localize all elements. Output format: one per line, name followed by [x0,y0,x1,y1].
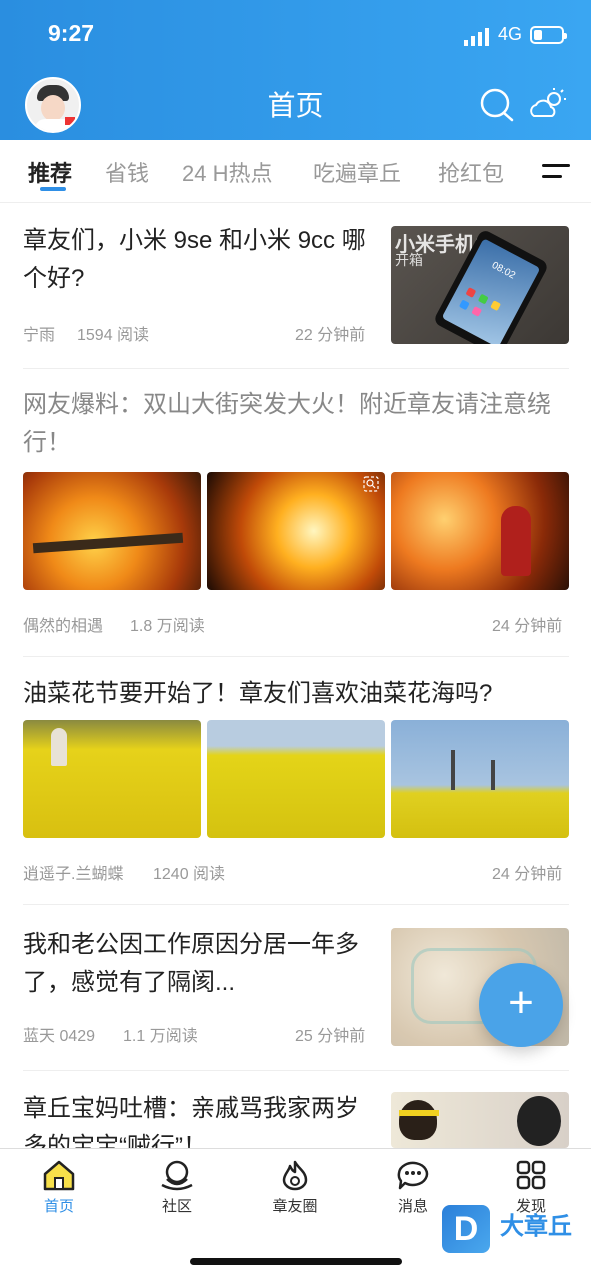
article-reads: 1594 阅读 [77,327,150,344]
network-type: 4G [498,24,523,44]
article-thumbnail[interactable]: 小米手机2A 开箱 08:02 [391,226,569,344]
article-image-flowers[interactable] [23,720,201,838]
nav-messages[interactable]: 消息 [373,1159,453,1216]
category-tabs: 推荐 省钱 24 H热点 吃遍章丘 抢红包 [0,140,591,203]
article-title[interactable]: 章丘宝妈吐槽：亲戚骂我家两岁多的宝宝“贼行”！ [23,1090,363,1148]
nav-home[interactable]: 首页 [19,1159,99,1216]
home-indicator[interactable] [190,1258,402,1265]
message-icon [397,1161,429,1190]
article-reads: 1240 阅读 [153,866,226,883]
zoom-icon [363,476,379,492]
article-image-fire[interactable] [207,472,385,590]
article-time: 24 分钟前 [492,866,563,883]
nav-community-label: 社区 [161,1198,192,1215]
menu-icon[interactable] [542,164,570,180]
article-thumbnail[interactable] [391,1092,569,1148]
article-author: 宁雨 [23,327,56,344]
article-author: 逍遥子.兰蝴蝶 [23,866,124,883]
article-title[interactable]: 油菜花节要开始了！章友们喜欢油菜花海吗? [23,675,569,713]
article-image-fire[interactable] [23,472,201,590]
article-reads: 1.8 万阅读 [130,618,205,635]
article-reads: 1.1 万阅读 [123,1028,198,1045]
article-time: 25 分钟前 [295,1028,366,1045]
article-image-flowers[interactable] [207,720,385,838]
flame-icon [282,1160,308,1191]
article-time: 22 分钟前 [295,327,366,344]
search-icon[interactable] [478,86,516,124]
tab-red-packet[interactable]: 抢红包 [438,156,504,188]
list-item[interactable]: 章丘宝妈吐槽：亲戚骂我家两岁多的宝宝“贼行”！ [23,1090,569,1148]
watermark-logo: D [442,1205,490,1253]
list-item[interactable]: 章友们，小米 9se 和小米 9cc 哪个好? 宁雨 1594 阅读 22 分钟… [23,222,569,352]
article-title[interactable]: 章友们，小米 9se 和小米 9cc 哪个好? [23,222,373,298]
nav-friends-circle-label: 章友圈 [272,1198,318,1215]
tab-recommend[interactable]: 推荐 [28,156,72,188]
article-image-flowers[interactable] [391,720,569,838]
divider [23,1070,569,1071]
tab-eat-zhangqiu[interactable]: 吃遍章丘 [313,156,401,188]
nav-community[interactable]: 社区 [137,1159,217,1216]
community-icon [161,1160,193,1191]
divider [23,904,569,905]
grid-icon [516,1160,546,1190]
home-icon [43,1160,75,1191]
status-bar: 9:27 4G [0,0,591,70]
create-post-button[interactable]: + [479,963,563,1047]
signal-icon [464,28,489,46]
article-time: 24 分钟前 [492,618,563,635]
tab-save-money[interactable]: 省钱 [105,156,149,188]
watermark-text: 大章丘 [500,1213,572,1240]
article-author: 偶然的相遇 [23,618,104,635]
article-title[interactable]: 我和老公因工作原因分居一年多了，感觉有了隔阂... [23,926,363,1002]
article-image-firefighter[interactable] [391,472,569,590]
article-title[interactable]: 网友爆料：双山大街突发大火！附近章友请注意绕行！ [23,386,569,462]
nav-home-label: 首页 [43,1198,74,1215]
active-tab-indicator [40,187,66,191]
status-time: 9:27 [48,20,95,46]
list-item[interactable]: 网友爆料：双山大街突发大火！附近章友请注意绕行！ 偶然的相遇 1.8 万阅读 2… [23,386,569,636]
article-author: 蓝天 0429 [23,1028,96,1045]
divider [23,656,569,657]
tab-24h-hot[interactable]: 24 H热点 [182,156,272,188]
app-header: 首页 [0,70,591,140]
list-item[interactable]: 油菜花节要开始了！章友们喜欢油菜花海吗? 逍遥子.兰蝴蝶 1240 阅读 24 … [23,675,569,885]
nav-friends-circle[interactable]: 章友圈 [255,1159,335,1216]
battery-icon [530,26,567,44]
nav-messages-label: 消息 [397,1198,428,1215]
divider [23,368,569,369]
weather-icon[interactable] [528,86,568,124]
